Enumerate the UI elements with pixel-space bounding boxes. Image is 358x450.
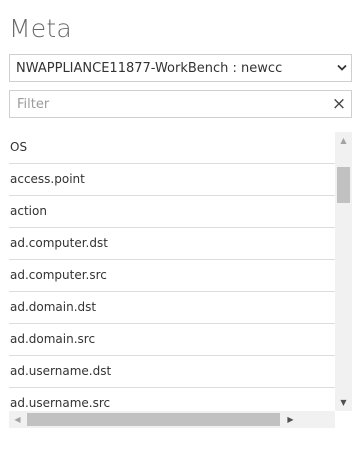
meta-key-item[interactable]: ad.username.dst bbox=[9, 356, 335, 388]
horizontal-scroll-thumb[interactable] bbox=[27, 413, 280, 426]
meta-key-item[interactable]: ad.domain.src bbox=[9, 324, 335, 356]
scroll-up-icon[interactable]: ▲ bbox=[335, 132, 352, 149]
vertical-scrollbar[interactable]: ▲ ▼ bbox=[335, 132, 352, 411]
meta-key-list: OS access.point action ad.computer.dst ad.co… bbox=[9, 132, 352, 429]
filter-field: × bbox=[9, 90, 352, 118]
meta-key-item[interactable]: ad.computer.src bbox=[9, 260, 335, 292]
scrollbar-corner bbox=[335, 411, 352, 428]
meta-key-item[interactable]: OS bbox=[9, 132, 335, 164]
meta-key-rows: OS access.point action ad.computer.dst ad.co… bbox=[9, 132, 335, 420]
meta-key-item[interactable]: access.point bbox=[9, 164, 335, 196]
panel-title: Meta bbox=[9, 14, 72, 43]
filter-input[interactable] bbox=[10, 91, 320, 117]
chevron-down-icon[interactable] bbox=[336, 60, 348, 76]
source-select-value: NWAPPLIANCE11877-WorkBench : newcc bbox=[16, 61, 283, 76]
vertical-scroll-thumb[interactable] bbox=[337, 167, 350, 203]
horizontal-scrollbar[interactable]: ◀ ▶ bbox=[9, 411, 335, 428]
scroll-right-icon[interactable]: ▶ bbox=[282, 411, 299, 428]
meta-key-item[interactable]: ad.domain.dst bbox=[9, 292, 335, 324]
meta-panel: Meta NWAPPLIANCE11877-WorkBench : newcc … bbox=[0, 0, 358, 450]
scroll-down-icon[interactable]: ▼ bbox=[335, 394, 352, 411]
scroll-left-icon[interactable]: ◀ bbox=[9, 411, 26, 428]
meta-key-item[interactable]: action bbox=[9, 196, 335, 228]
source-select[interactable]: NWAPPLIANCE11877-WorkBench : newcc bbox=[9, 54, 352, 82]
clear-icon[interactable]: × bbox=[330, 94, 348, 114]
meta-key-item[interactable]: ad.computer.dst bbox=[9, 228, 335, 260]
